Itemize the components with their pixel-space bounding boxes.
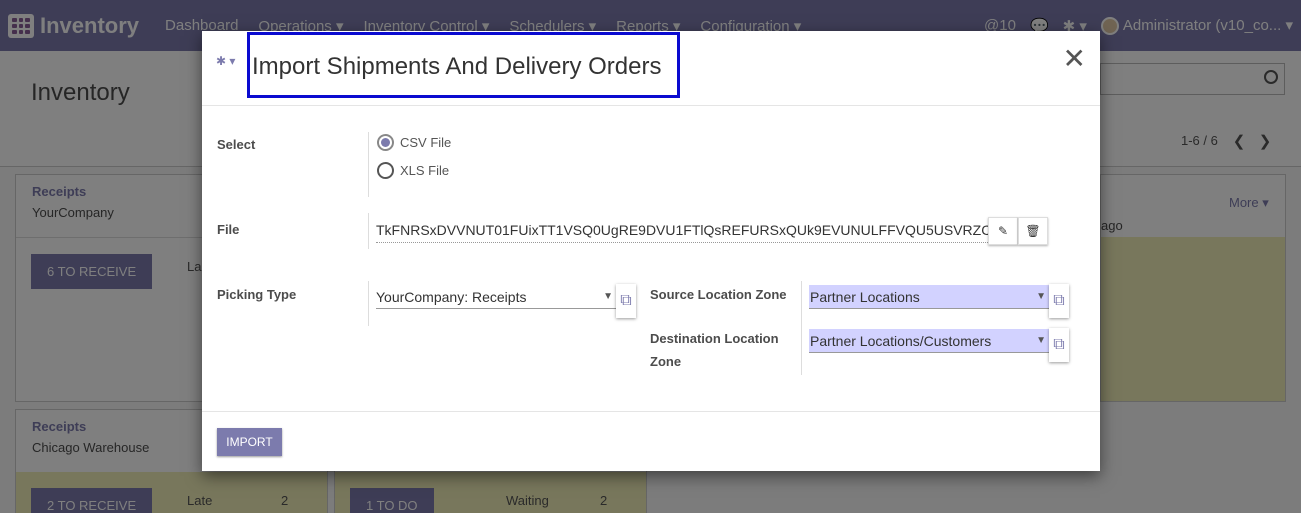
divider — [368, 213, 369, 249]
radio-csv-label: CSV File — [400, 135, 452, 150]
radio-checked-icon[interactable] — [377, 134, 394, 151]
divider — [368, 132, 369, 197]
caret-down-icon[interactable]: ▼ — [1036, 285, 1046, 309]
external-link-icon[interactable]: ⧉ — [1049, 284, 1069, 318]
source-zone-label: Source Location Zone — [650, 287, 787, 302]
file-value[interactable]: TkFNRSxDVVNUT01FUixTT1VSQ0UgRE9DVU1FTlQs… — [376, 215, 988, 243]
select-label: Select — [217, 137, 256, 152]
source-zone-select[interactable]: Partner Locations ▼ — [809, 285, 1049, 309]
destination-zone-label-line1: Destination Location — [650, 331, 779, 346]
radio-xls-label: XLS File — [400, 163, 450, 178]
divider — [801, 281, 802, 375]
picking-type-value: YourCompany: Receipts — [376, 289, 527, 305]
close-icon[interactable]: ✕ — [1063, 45, 1086, 73]
destination-zone-value: Partner Locations/Customers — [810, 333, 992, 349]
dialog-title: Import Shipments And Delivery Orders — [252, 53, 662, 80]
destination-zone-label-line2: Zone — [650, 354, 682, 369]
dialog-header: ✱ ▾ Import Shipments And Delivery Orders… — [202, 31, 1100, 106]
divider — [368, 281, 369, 326]
destination-zone-select[interactable]: Partner Locations/Customers ▼ — [809, 329, 1049, 353]
radio-unchecked-icon[interactable] — [377, 162, 394, 179]
trash-icon[interactable]: 🗑 — [1018, 217, 1048, 245]
source-zone-value: Partner Locations — [810, 289, 920, 305]
external-link-icon[interactable]: ⧉ — [1049, 328, 1069, 362]
picking-type-label: Picking Type — [217, 287, 297, 302]
external-link-icon[interactable]: ⧉ — [616, 284, 636, 318]
dialog-footer: IMPORT — [202, 411, 1100, 471]
file-label: File — [217, 222, 240, 237]
picking-type-select[interactable]: YourCompany: Receipts ▼ — [376, 285, 616, 309]
bug-icon[interactable]: ✱ ▾ — [216, 54, 235, 68]
radio-csv[interactable]: CSV File — [377, 134, 451, 151]
caret-down-icon[interactable]: ▼ — [1036, 329, 1046, 353]
radio-xls[interactable]: XLS File — [377, 162, 449, 179]
import-dialog: ✱ ▾ Import Shipments And Delivery Orders… — [202, 31, 1100, 471]
caret-down-icon[interactable]: ▼ — [603, 285, 613, 309]
edit-pencil-icon[interactable]: ✎ — [988, 217, 1018, 245]
import-button[interactable]: IMPORT — [217, 428, 282, 456]
